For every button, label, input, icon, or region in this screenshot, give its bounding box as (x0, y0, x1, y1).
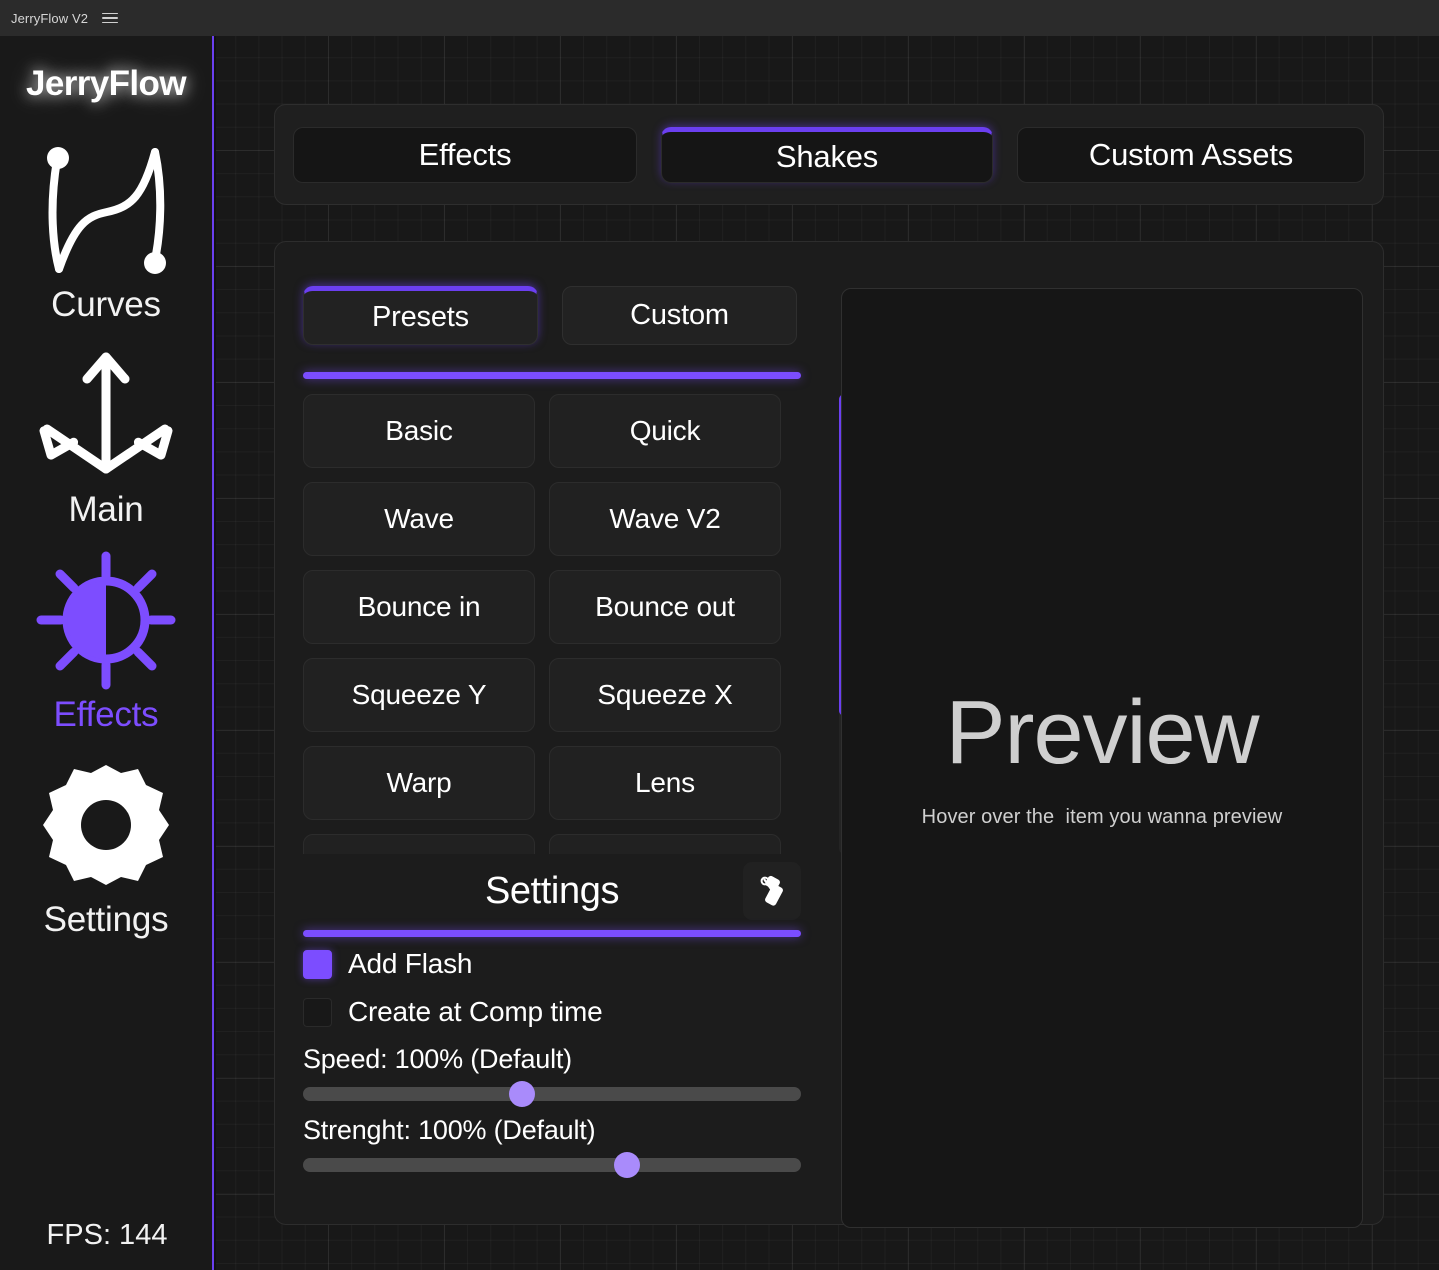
checkbox-label: Create at Comp time (348, 996, 603, 1027)
tab-presets[interactable]: Presets (303, 286, 538, 345)
titlebar: JerryFlow V2 (0, 0, 1439, 36)
app-title: JerryFlow V2 (11, 10, 89, 26)
checkbox-label: Add Flash (348, 948, 473, 979)
sidebar-item-label: Effects (53, 695, 159, 734)
preset-squeeze-x[interactable]: Squeeze X (549, 658, 781, 732)
brightness-sun-icon (31, 548, 181, 693)
content-panel: Presets Custom Basic Quick Wave Wave V2 … (274, 241, 1384, 1228)
section-divider-top (303, 372, 801, 379)
speed-slider-thumb[interactable] (509, 1081, 536, 1107)
sidebar-item-settings[interactable]: Settings (0, 745, 212, 944)
hamburger-menu-icon[interactable] (102, 11, 119, 25)
brand-logo: JerryFlow (26, 64, 187, 103)
preset-partial-row[interactable] (549, 834, 781, 854)
sidebar-item-main[interactable]: Main (0, 335, 212, 534)
strength-slider-thumb[interactable] (613, 1152, 640, 1178)
preset-bounce-in[interactable]: Bounce in (303, 570, 535, 644)
top-tabbar: Effects Shakes Custom Assets (274, 104, 1384, 205)
preview-title: Preview (945, 682, 1259, 783)
app-window: JerryFlow V2 JerryFlow Curves Main Effec… (0, 0, 1439, 1270)
tab-effects[interactable]: Effects (293, 126, 637, 183)
hamburger-line (102, 21, 119, 24)
sidebar-item-curves[interactable]: Curves (0, 130, 212, 329)
preset-basic[interactable]: Basic (303, 394, 535, 468)
anchor-arrows-icon (31, 343, 181, 488)
settings-header: Settings (303, 860, 801, 922)
settings-body: Add Flash Create at Comp time Speed: 100… (303, 948, 801, 1178)
presets-column: Presets Custom Basic Quick Wave Wave V2 … (275, 242, 850, 1226)
preview-subtitle: Hover over the item you wanna preview (921, 805, 1283, 828)
preset-warp[interactable]: Warp (303, 746, 535, 820)
sidebar-item-label: Main (68, 490, 144, 529)
gear-icon (31, 753, 181, 898)
speed-slider-label: Speed: 100% (Default) (303, 1044, 572, 1074)
tab-custom[interactable]: Custom (562, 286, 797, 345)
preset-quick[interactable]: Quick (549, 394, 781, 468)
curves-icon (31, 138, 181, 283)
tab-shakes[interactable]: Shakes (661, 126, 993, 183)
checkbox-create-at-comp-time[interactable] (303, 997, 332, 1027)
preset-bounce-out[interactable]: Bounce out (549, 570, 781, 644)
hamburger-line (102, 12, 119, 15)
sidebar-item-label: Settings (43, 900, 169, 939)
preset-grid: Basic Quick Wave Wave V2 Bounce in Bounc… (303, 394, 801, 854)
sidebar-item-label: Curves (51, 285, 161, 324)
preset-wave[interactable]: Wave (303, 482, 535, 556)
sidebar-item-effects[interactable]: Effects (0, 540, 212, 739)
checkbox-row-create-at-comp-time[interactable]: Create at Comp time (303, 996, 801, 1028)
sidebar-nav: Curves Main Effects Settings (0, 130, 212, 944)
preset-lens[interactable]: Lens (549, 746, 781, 820)
speed-slider[interactable] (303, 1081, 801, 1107)
preset-wave-v2[interactable]: Wave V2 (549, 482, 781, 556)
tool-wrench-icon[interactable] (743, 862, 801, 920)
settings-title: Settings (484, 869, 620, 912)
hamburger-line (102, 17, 119, 19)
strength-slider[interactable] (303, 1152, 801, 1178)
preset-source-tabs: Presets Custom (303, 286, 797, 345)
strength-slider-label: Strenght: 100% (Default) (303, 1115, 596, 1145)
checkbox-add-flash[interactable] (303, 949, 332, 979)
sidebar: JerryFlow Curves Main Effects Settings F… (0, 36, 214, 1270)
preset-partial-row[interactable] (303, 834, 535, 854)
canvas-grid-background: Effects Shakes Custom Assets Presets Cus… (216, 36, 1439, 1270)
preset-squeeze-y[interactable]: Squeeze Y (303, 658, 535, 732)
preview-pane: Preview Hover over the item you wanna pr… (841, 288, 1363, 1228)
section-divider-settings (303, 930, 801, 937)
tab-custom-assets[interactable]: Custom Assets (1017, 126, 1365, 183)
preset-list-scroll-area[interactable]: Basic Quick Wave Wave V2 Bounce in Bounc… (303, 394, 801, 854)
checkbox-row-add-flash[interactable]: Add Flash (303, 948, 801, 980)
fps-counter: FPS: 144 (46, 1219, 168, 1251)
